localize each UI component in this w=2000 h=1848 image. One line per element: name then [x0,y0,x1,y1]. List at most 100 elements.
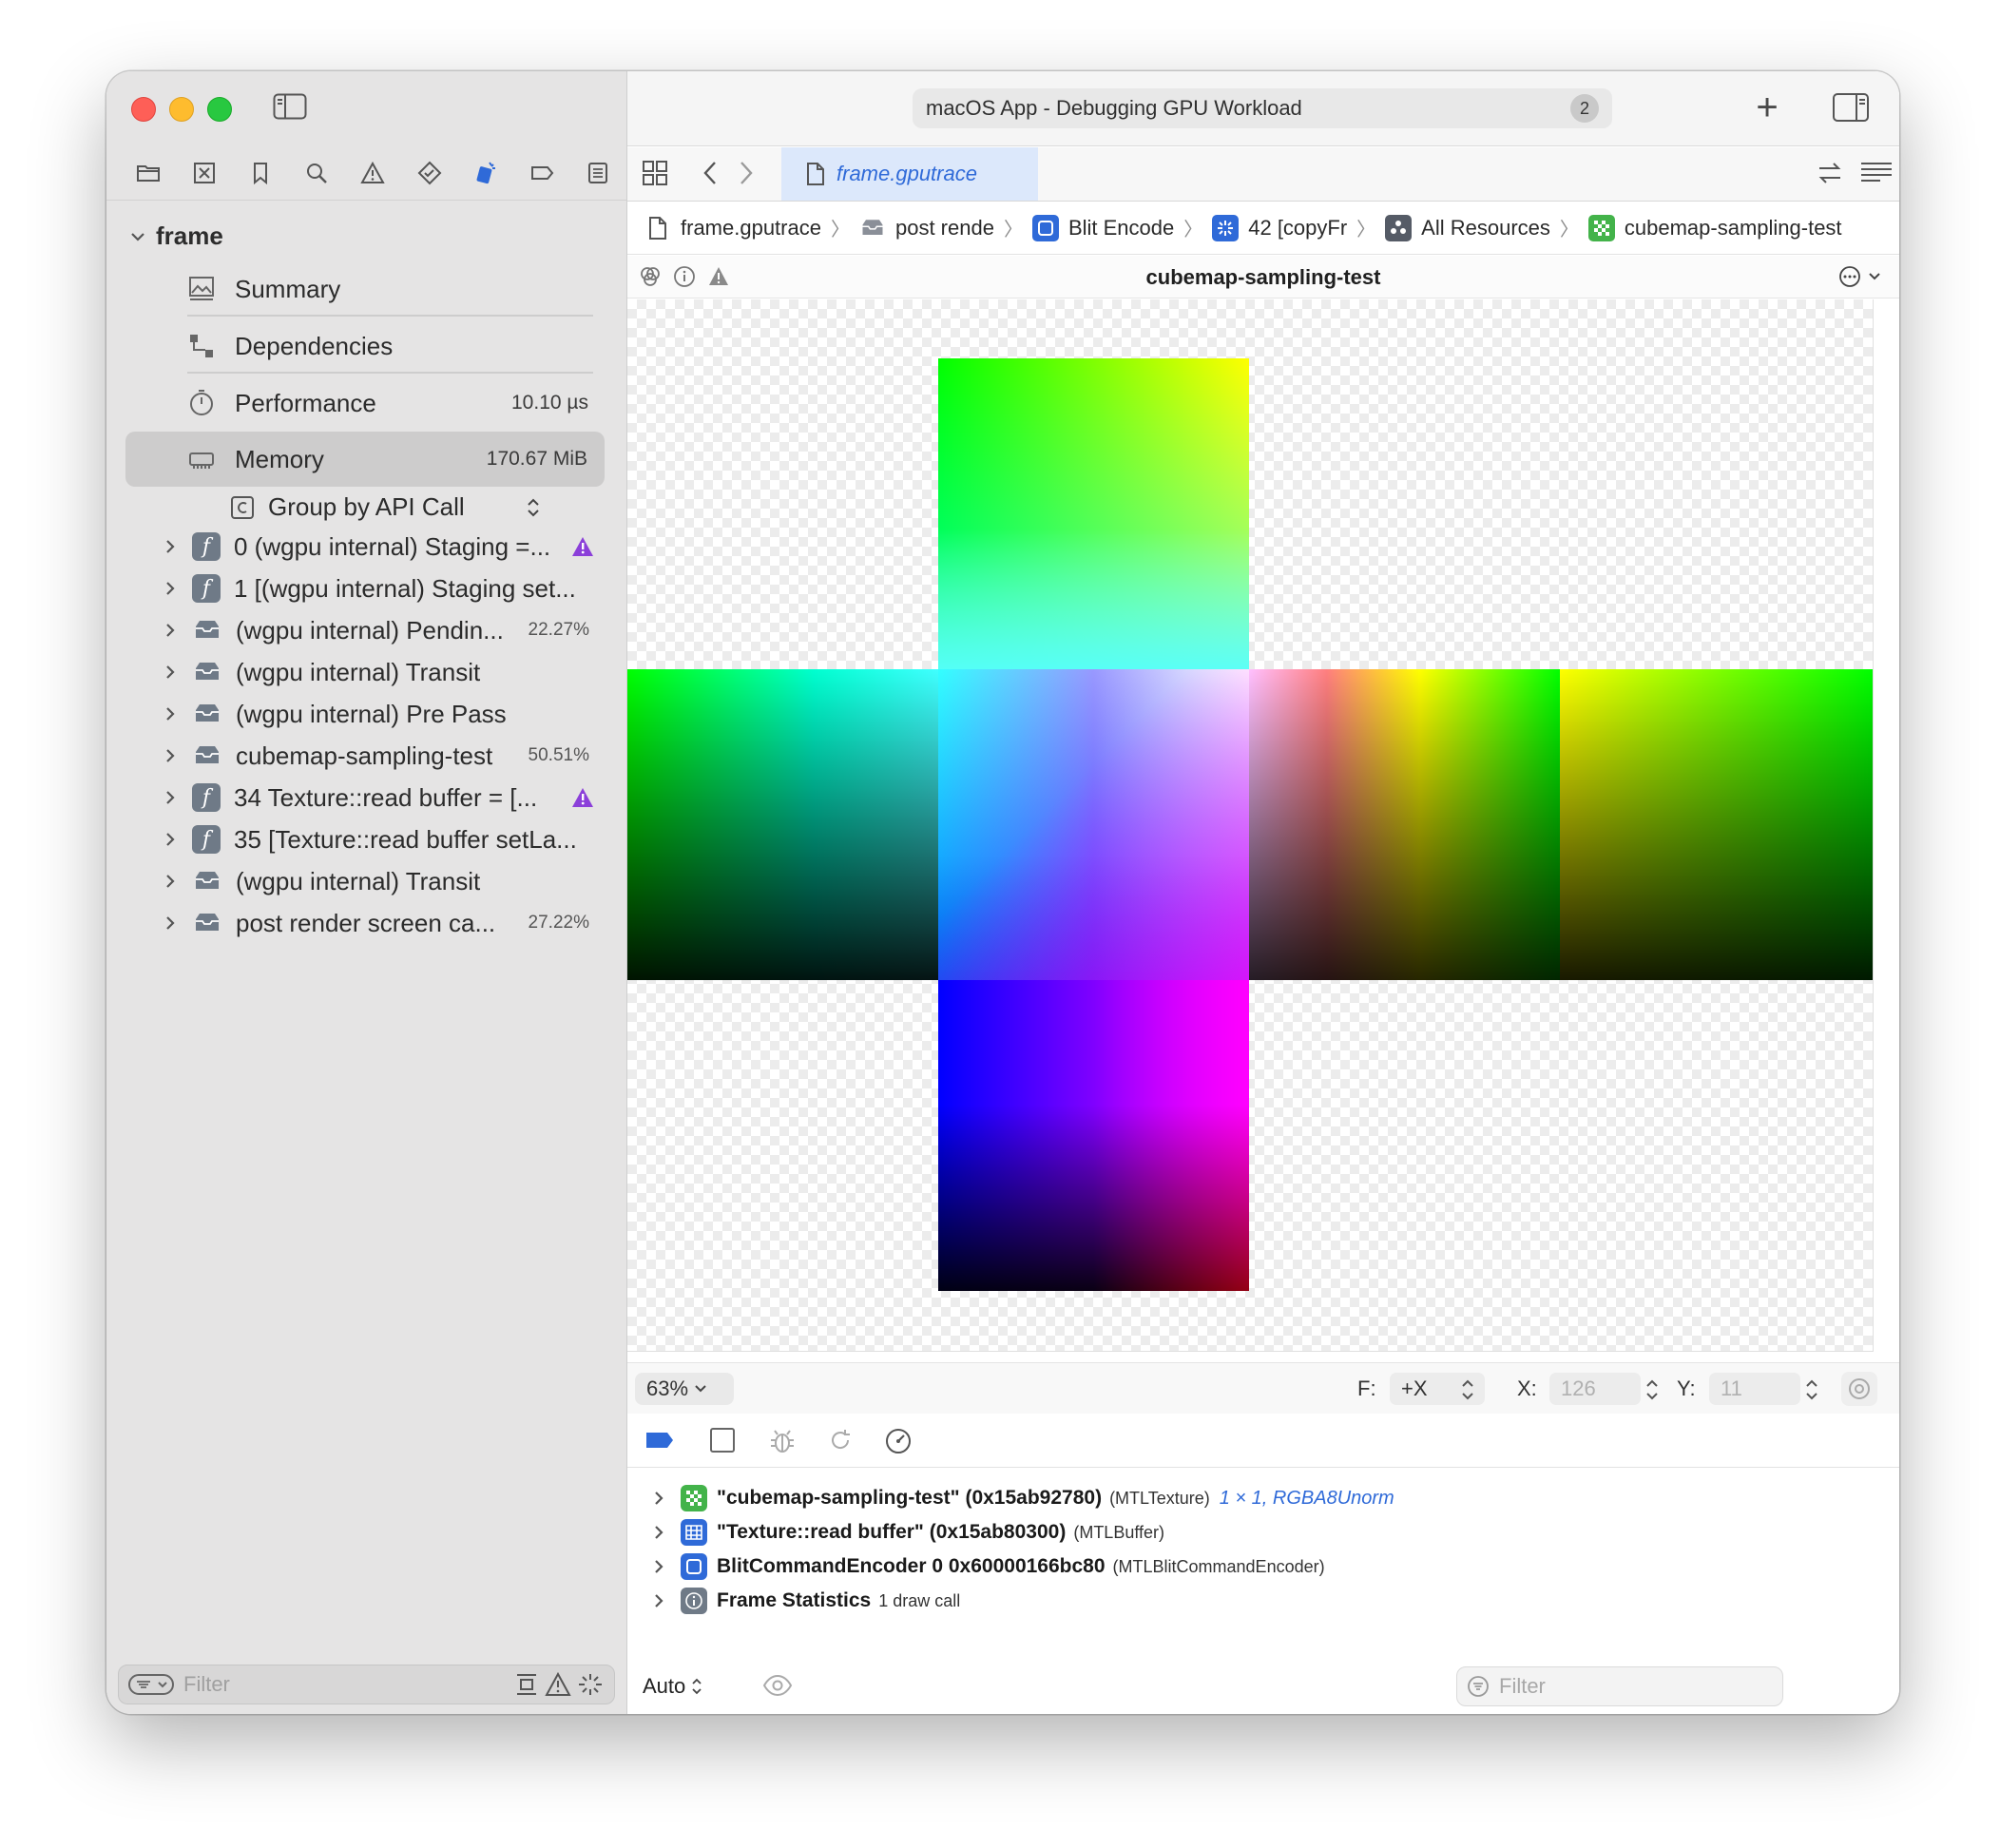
activity-count-badge[interactable]: 2 [1570,94,1599,123]
variable-row[interactable]: BlitCommandEncoder 0 0x60000166bc80 (MTL… [650,1550,1325,1583]
up-down-chevron-icon[interactable] [1460,1376,1475,1403]
breadcrumb-item[interactable]: 42 [copyFr 〉 [1212,214,1385,241]
tab-frame-gputrace[interactable]: frame.gputrace [781,147,1038,201]
call-row[interactable]: f 34 Texture::read buffer = [... [162,777,608,818]
warning-filter-icon[interactable] [544,1671,572,1698]
document-icon [807,163,824,185]
variable-type: (MTLBuffer) [1073,1522,1165,1542]
sidebar-toggle-icon[interactable] [273,93,307,120]
nav-summary[interactable]: Summary [187,261,606,317]
call-row[interactable]: f 1 [(wgpu internal) Staging set... [162,568,608,609]
pause-view-icon[interactable] [709,1427,736,1453]
forward-arrow-icon[interactable] [736,159,757,187]
chevron-right-icon [655,1526,663,1539]
call-row[interactable]: post render screen ca... 27.22% [162,902,608,944]
texture-title: cubemap-sampling-test [1145,265,1381,289]
chevron-right-icon [166,540,175,553]
report-navigator-tab[interactable] [570,154,626,192]
nav-dependencies[interactable]: Dependencies [187,318,606,374]
x-value: 126 [1561,1376,1596,1400]
variable-row[interactable]: Frame Statistics 1 draw call [650,1585,960,1617]
warning-icon [360,161,386,183]
hierarchy-filter-icon[interactable] [513,1671,540,1698]
nav-performance[interactable]: Performance 10.10 µs [187,375,606,431]
breadcrumb-item[interactable]: cubemap-sampling-test [1587,214,1842,241]
breadcrumb-label: cubemap-sampling-test [1624,215,1842,240]
ellipsis-circle-icon [1839,266,1860,287]
buffer-icon [681,1519,707,1546]
activity-view[interactable]: macOS App - Debugging GPU Workload 2 [913,88,1612,128]
chevron-right-icon [166,833,175,846]
call-row[interactable]: cubemap-sampling-test 50.51% [162,735,608,777]
chevron-right-icon [166,665,175,679]
variable-row[interactable]: "cubemap-sampling-test" (0x15ab92780) (M… [650,1482,1394,1514]
x-label: X: [1517,1376,1537,1400]
bookmark-navigator-tab[interactable] [232,154,288,192]
group-by-selector[interactable]: Group by API Call [230,492,541,522]
breadcrumb-item[interactable]: post rende 〉 [859,214,1032,241]
close-window-button[interactable] [131,97,156,122]
debug-navigator-tab[interactable] [457,154,513,192]
blit-encoder-icon [1031,214,1059,241]
stopwatch-icon [190,390,213,415]
source-control-navigator-tab[interactable] [176,154,232,192]
nav-value: 10.10 µs [511,392,588,414]
chevron-right-icon [655,1594,663,1607]
breadcrumb-item[interactable]: Blit Encode 〉 [1031,214,1212,241]
frame-root[interactable]: frame [129,221,223,251]
back-arrow-icon[interactable] [700,159,721,187]
zoom-window-button[interactable] [207,97,232,122]
issue-navigator-tab[interactable] [345,154,401,192]
texture-viewer-header: cubemap-sampling-test [627,256,1899,298]
reload-icon[interactable] [827,1427,854,1453]
jump-bar: frame.gputrace 〉 post rende 〉 Blit Encod… [627,202,1899,255]
breadcrumb-item[interactable]: frame.gputrace 〉 [644,214,859,241]
variables-scope-selector[interactable]: Auto [643,1674,702,1699]
inspector-toggle-icon[interactable] [1832,92,1870,123]
bug-icon[interactable] [768,1427,797,1455]
variables-filter-field[interactable]: Filter [1456,1666,1783,1706]
minimize-window-button[interactable] [169,97,194,122]
variable-name: BlitCommandEncoder 0 0x60000166bc80 [717,1555,1106,1577]
variable-row[interactable]: "Texture::read buffer" (0x15ab80300) (MT… [650,1516,1164,1549]
lines-icon[interactable] [1859,159,1894,187]
call-row[interactable]: (wgpu internal) Pre Pass [162,693,608,735]
call-row[interactable]: (wgpu internal) Pendin... 22.27% [162,609,608,651]
y-value: 11 [1721,1376,1742,1400]
more-options-menu[interactable] [1838,265,1882,288]
breakpoints-toggle-icon[interactable] [644,1431,675,1450]
project-navigator-tab[interactable] [120,154,176,192]
breadcrumb-item[interactable]: All Resources 〉 [1385,214,1588,241]
breakpoint-navigator-tab[interactable] [514,154,570,192]
call-row[interactable]: f 0 (wgpu internal) Staging =... [162,526,608,568]
cubemap-face-right [1249,669,1560,980]
y-coordinate-field[interactable]: 11 [1709,1373,1800,1405]
y-label: Y: [1677,1376,1696,1400]
target-pixel-icon[interactable] [1840,1371,1878,1407]
x-coordinate-field[interactable]: 126 [1549,1373,1641,1405]
texture-canvas[interactable] [627,299,1874,1352]
zoom-selector[interactable]: 63% [635,1373,734,1405]
y-stepper-icon[interactable] [1804,1376,1819,1403]
nav-memory[interactable]: Memory 170.67 MiB [125,432,605,487]
call-row[interactable]: f 35 [Texture::read buffer setLa... [162,818,608,860]
activity-filter-icon[interactable] [576,1671,605,1698]
x-stepper-icon[interactable] [1644,1376,1660,1403]
tray-icon [196,872,219,889]
sidebar-filter-field[interactable]: Filter [118,1665,615,1704]
swap-arrows-icon[interactable] [1816,159,1844,187]
memory-chip-icon [189,452,214,469]
function-icon: f [192,574,221,603]
tray-icon [196,914,219,931]
test-navigator-tab[interactable] [401,154,457,192]
gauge-icon[interactable] [884,1427,913,1455]
add-button[interactable]: + [1749,88,1785,126]
breadcrumb-label: frame.gputrace [681,215,821,240]
eye-icon[interactable] [762,1672,793,1699]
find-navigator-tab[interactable] [289,154,345,192]
grid-icon[interactable] [641,159,669,187]
call-row[interactable]: (wgpu internal) Transit [162,860,608,902]
filter-options-icon[interactable] [128,1672,174,1697]
call-row[interactable]: (wgpu internal) Transit [162,651,608,693]
breadcrumb-label: post rende [894,215,994,240]
